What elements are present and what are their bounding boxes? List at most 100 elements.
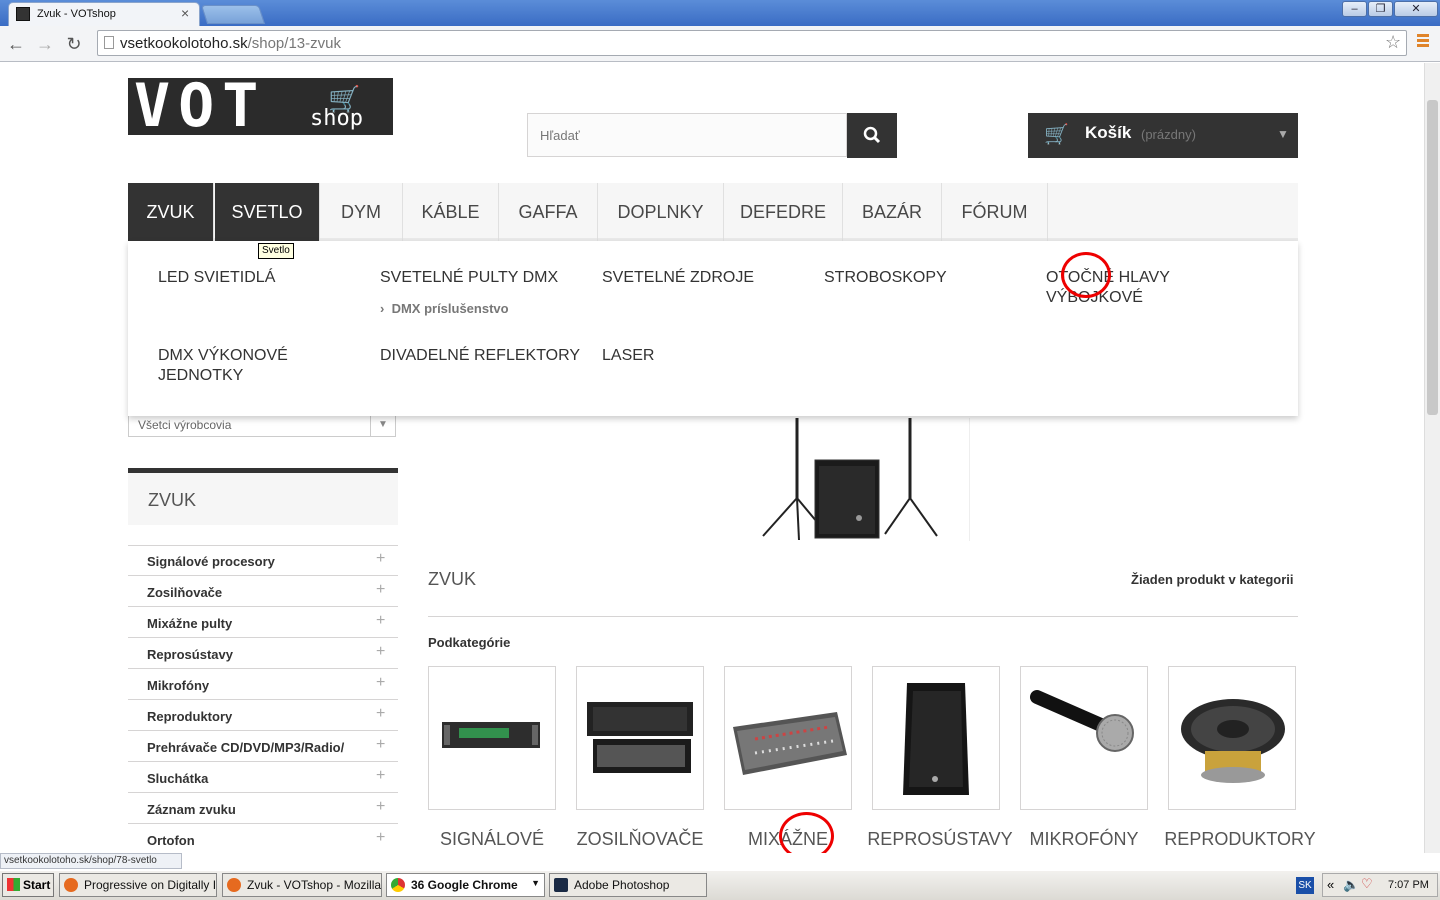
close-window-button[interactable]: ✕ xyxy=(1394,1,1438,17)
chevron-left-icon[interactable]: « xyxy=(1327,877,1334,892)
forward-icon[interactable]: → xyxy=(33,32,57,56)
sidebar-item[interactable]: Reprosústavy xyxy=(128,638,398,669)
dropdown-item-zdroje[interactable]: Svetelné zdroje xyxy=(602,268,802,288)
cart-button[interactable]: 🛒 Košík (prázdny) ▼ xyxy=(1028,113,1298,158)
menu-item-zvuk[interactable]: ZVUK xyxy=(128,183,214,241)
expand-plus-icon[interactable]: + xyxy=(376,767,385,785)
bookmark-star-icon[interactable]: ☆ xyxy=(1385,32,1401,53)
windows-logo-icon xyxy=(7,878,20,891)
expand-plus-icon[interactable]: + xyxy=(376,829,385,847)
expand-plus-icon[interactable]: + xyxy=(376,736,385,754)
sidebar-item[interactable]: Záznam zvuku xyxy=(128,793,398,824)
cart-icon: 🛒 xyxy=(1044,124,1069,146)
chevron-right-icon: › xyxy=(380,301,392,316)
menu-item-defedre[interactable]: DEFEDRE xyxy=(724,183,843,241)
clock: 7:07 PM xyxy=(1388,879,1429,891)
subcategory-image-mixers[interactable] xyxy=(724,666,852,810)
dropdown-item-dmx-jednotky[interactable]: DMX výkonové jednotky xyxy=(158,346,328,386)
subcategory-label[interactable]: SIGNÁLOVÉ CESORY xyxy=(409,828,575,853)
sidebar-item[interactable]: Ortofon xyxy=(128,824,398,853)
address-bar[interactable]: vsetkookolotoho.sk/shop/13-zvuk ☆ xyxy=(97,30,1407,56)
subcategories-heading: Podkategórie xyxy=(428,635,511,650)
volume-icon[interactable]: 🔈 xyxy=(1343,877,1359,893)
dropdown-item-laser[interactable]: Laser xyxy=(602,346,802,366)
subcategory-label[interactable]: REPROSÚSTAVY xyxy=(860,828,1020,850)
menu-item-bazar[interactable]: BAZÁR xyxy=(843,183,942,241)
tooltip: Svetlo xyxy=(258,243,294,259)
sidebar-header: ZVUK xyxy=(128,468,398,525)
firefox-icon xyxy=(64,878,78,892)
chevron-down-icon: ▼ xyxy=(531,878,540,888)
sidebar-item[interactable]: Signálové procesory xyxy=(128,545,398,576)
system-tray: « 🔈 ♡ 7:07 PM xyxy=(1322,873,1438,897)
start-button[interactable]: Start xyxy=(2,873,54,897)
menu-item-kable[interactable]: KÁBLE xyxy=(403,183,499,241)
product-count-text: Žiaden produkt v kategorii xyxy=(1131,572,1294,587)
expand-plus-icon[interactable]: + xyxy=(376,581,385,599)
sidebar-item[interactable]: Reproduktory xyxy=(128,700,398,731)
dropdown-item-led[interactable]: LED svietidlá xyxy=(158,268,358,288)
subcategory-image-microphones[interactable] xyxy=(1020,666,1148,810)
category-title: ZVUK xyxy=(428,569,477,589)
subcategory-image-amplifiers[interactable] xyxy=(576,666,704,810)
browser-menu-icon[interactable] xyxy=(1417,34,1429,48)
taskbar-item-chrome[interactable]: 36 Google Chrome ▼ xyxy=(386,873,545,897)
sidebar-item[interactable]: Mixážne pulty xyxy=(128,607,398,638)
tab-close-icon[interactable]: × xyxy=(181,5,189,21)
dropdown-item-dmx-pulty[interactable]: Svetelné pulty DMX xyxy=(380,268,580,288)
dropdown-item-stroboskopy[interactable]: Stroboskopy xyxy=(824,268,1024,288)
photoshop-icon xyxy=(554,878,568,892)
expand-plus-icon[interactable]: + xyxy=(376,798,385,816)
menu-item-gaffa[interactable]: GAFFA xyxy=(499,183,598,241)
expand-plus-icon[interactable]: + xyxy=(376,643,385,661)
red-annotation-circle xyxy=(1061,252,1111,298)
subcategory-image-signal-processors[interactable] xyxy=(428,666,556,810)
menu-item-forum[interactable]: FÓRUM xyxy=(942,183,1048,241)
red-annotation-circle xyxy=(779,812,834,853)
sidebar-title: ZVUK xyxy=(148,490,197,510)
taskbar-item-photoshop[interactable]: Adobe Photoshop xyxy=(549,873,707,897)
dropdown-subitem-dmx-accessories[interactable]: › DMX príslušenstvo xyxy=(380,301,509,316)
scrollbar-thumb[interactable] xyxy=(1427,100,1438,415)
browser-tab[interactable]: Zvuk - VOTshop × xyxy=(8,2,200,26)
back-icon[interactable]: ← xyxy=(4,32,28,56)
status-bar: vsetkookolotoho.sk/shop/78-svetlo xyxy=(0,853,182,869)
votshop-logo[interactable]: VOT 🛒 shop xyxy=(128,78,393,135)
category-banner-image xyxy=(745,418,970,541)
firefox-icon xyxy=(227,878,241,892)
sidebar-item[interactable]: Sluchátka xyxy=(128,762,398,793)
maximize-button[interactable]: ❐ xyxy=(1368,1,1393,17)
sidebar-item[interactable]: Mikrofóny xyxy=(128,669,398,700)
chevron-down-icon[interactable]: ▼ xyxy=(370,414,395,436)
menu-item-svetlo[interactable]: SVETLO xyxy=(215,183,320,241)
sidebar-item[interactable]: Prehrávače CD/DVD/MP3/Radio/ xyxy=(128,731,398,762)
notification-icon[interactable]: ♡ xyxy=(1361,876,1373,892)
new-tab-button[interactable] xyxy=(200,5,266,24)
reload-icon[interactable]: ↻ xyxy=(62,32,86,56)
chevron-down-icon: ▼ xyxy=(1277,127,1289,141)
menu-item-dym[interactable]: DYM xyxy=(320,183,403,241)
minimize-button[interactable]: – xyxy=(1342,1,1367,17)
search-button[interactable] xyxy=(847,113,897,158)
sidebar-item[interactable]: Zosilňovače xyxy=(128,576,398,607)
expand-plus-icon[interactable]: + xyxy=(376,674,385,692)
taskbar-item-firefox-2[interactable]: Zvuk - VOTshop - Mozilla ... xyxy=(222,873,382,897)
subcategory-image-drivers[interactable] xyxy=(1168,666,1296,810)
dropdown-item-reflektory[interactable]: Divadelné reflektory xyxy=(380,346,590,366)
taskbar-item-firefox-1[interactable]: Progressive on Digitally I... xyxy=(59,873,217,897)
subcategory-image-speakers[interactable] xyxy=(872,666,1000,810)
divider xyxy=(428,616,1298,617)
browser-titlebar: Zvuk - VOTshop × – ❐ ✕ xyxy=(0,0,1440,26)
language-indicator[interactable]: SK xyxy=(1296,877,1314,894)
subcategory-label[interactable]: MIKROFÓNY xyxy=(1010,828,1158,850)
search-input[interactable]: Hľadať xyxy=(527,113,847,157)
search-icon xyxy=(863,126,881,144)
expand-plus-icon[interactable]: + xyxy=(376,612,385,630)
expand-plus-icon[interactable]: + xyxy=(376,550,385,568)
menu-item-doplnky[interactable]: DOPLNKY xyxy=(598,183,724,241)
subcategory-label[interactable]: ZOSILŇOVAČE xyxy=(576,828,704,850)
subcategory-label[interactable]: REPRODUKTORY xyxy=(1160,828,1320,850)
manufacturer-select[interactable]: Všetci výrobcovia xyxy=(128,413,396,437)
tab-title: Zvuk - VOTshop xyxy=(37,8,116,20)
expand-plus-icon[interactable]: + xyxy=(376,705,385,723)
